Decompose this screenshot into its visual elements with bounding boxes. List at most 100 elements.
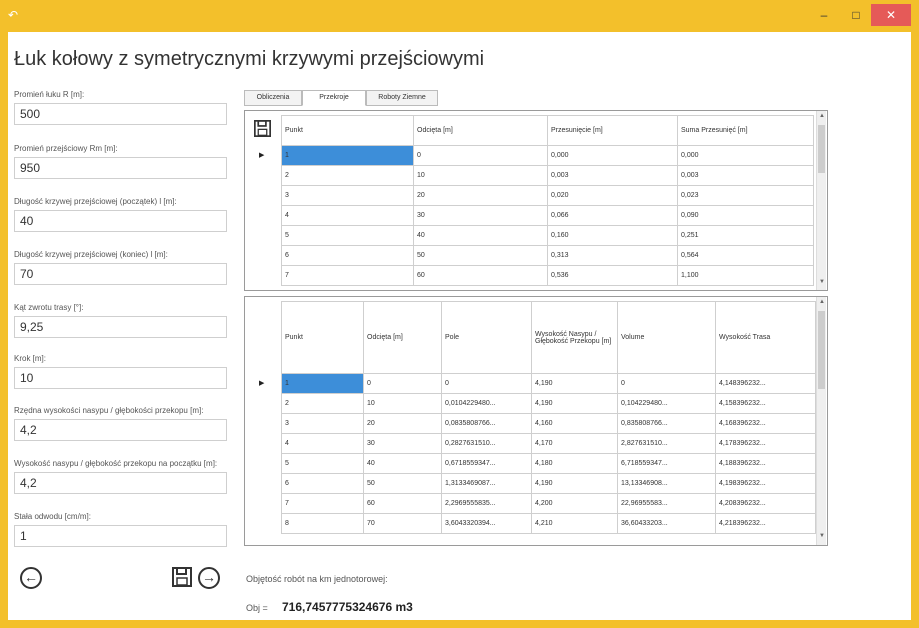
table-row[interactable]: 2 10 0,003 0,003 [281,165,814,186]
column-header[interactable]: Odcięta [m] [413,115,548,146]
table-cell[interactable]: 0,313 [547,245,678,266]
table-cell[interactable]: 0,023 [677,185,814,206]
table-cell[interactable]: 0,2827631510... [441,433,532,454]
column-header[interactable]: Wysokość Nasypu / Głębokość Przekopu [m] [531,301,618,374]
tab-calculations[interactable]: Obliczenia [244,90,302,106]
table-row[interactable]: 3 20 0,0835808766... 4,160 0,835808766..… [281,413,816,434]
table-cell[interactable]: 60 [413,265,548,286]
table-cell[interactable]: 40 [413,225,548,246]
table-cell[interactable]: 2,827631510... [617,433,716,454]
table-cell[interactable]: 7 [281,265,414,286]
table-cell[interactable]: 1 [281,145,414,166]
close-button[interactable]: ✕ [871,4,911,26]
table-cell[interactable]: 7 [281,493,364,514]
table-cell[interactable]: 4,148396232... [715,373,816,394]
table-row[interactable]: 5 40 0,6718559347... 4,180 6,718559347..… [281,453,816,474]
table-cell[interactable]: 5 [281,225,414,246]
maximize-button[interactable]: □ [845,6,867,24]
transition-length-start-input[interactable]: 40 [14,210,227,232]
embankment-start-input[interactable]: 4,2 [14,472,227,494]
table-cell[interactable]: 36,60433203... [617,513,716,534]
table-cell[interactable]: 4,208396232... [715,493,816,514]
table-cell[interactable]: 20 [413,185,548,206]
table-cell[interactable]: 8 [281,513,364,534]
table-cell[interactable]: 3 [281,413,364,434]
table-row[interactable]: 4 30 0,2827631510... 4,170 2,827631510..… [281,433,816,454]
embankment-height-input[interactable]: 4,2 [14,419,227,441]
vertical-scrollbar[interactable]: ▲ ▼ [816,111,826,290]
table-cell[interactable]: 0,160 [547,225,678,246]
table-cell[interactable]: 4,180 [531,453,618,474]
table-cell[interactable]: 0,066 [547,205,678,226]
table-cell[interactable]: 4 [281,433,364,454]
back-arrow-icon[interactable]: ↶ [8,8,18,22]
table-cell[interactable]: 2 [281,393,364,414]
table-cell[interactable]: 4,158396232... [715,393,816,414]
table-cell[interactable]: 1,100 [677,265,814,286]
table-cell[interactable]: 50 [413,245,548,266]
scrollbar-thumb[interactable] [818,311,825,389]
table-cell[interactable]: 4,168396232... [715,413,816,434]
scrollbar-thumb[interactable] [818,125,825,173]
table-cell[interactable]: 22,96955583... [617,493,716,514]
table-cell[interactable]: 2,2969555835... [441,493,532,514]
table-cell[interactable]: 1 [281,373,364,394]
table-cell[interactable]: 60 [363,493,442,514]
table-cell[interactable]: 30 [413,205,548,226]
table-row[interactable]: 6 50 1,3133469087... 4,190 13,13346908..… [281,473,816,494]
save-icon[interactable] [254,120,271,137]
table-cell[interactable]: 0,6718559347... [441,453,532,474]
table-cell[interactable]: 13,13346908... [617,473,716,494]
back-button[interactable]: ← [20,567,42,589]
table-cell[interactable]: 0,251 [677,225,814,246]
column-header[interactable]: Suma Przesunięć [m] [677,115,814,146]
tab-earthworks[interactable]: Roboty Ziemne [366,90,438,106]
table-cell[interactable]: 4,190 [531,393,618,414]
column-header[interactable]: Volume [617,301,716,374]
table-row[interactable]: 1 0 0,000 0,000 [281,145,814,166]
table-cell[interactable]: 4,160 [531,413,618,434]
table-cell[interactable]: 40 [363,453,442,474]
table-cell[interactable]: 0,564 [677,245,814,266]
next-button[interactable]: → [198,567,220,589]
table-cell[interactable]: 0 [617,373,716,394]
table-cell[interactable]: 0,0104229480... [441,393,532,414]
table-row[interactable]: 3 20 0,020 0,023 [281,185,814,206]
table-cell[interactable]: 6 [281,473,364,494]
table-cell[interactable]: 4,198396232... [715,473,816,494]
table-cell[interactable]: 0,000 [677,145,814,166]
table-cell[interactable]: 2 [281,165,414,186]
scroll-down-icon[interactable]: ▼ [817,279,827,285]
table-cell[interactable]: 3 [281,185,414,206]
table-cell[interactable]: 0 [363,373,442,394]
column-header[interactable]: Punkt [281,115,414,146]
table-cell[interactable]: 4,200 [531,493,618,514]
tab-cross-sections[interactable]: Przekroje [302,90,366,106]
table-cell[interactable]: 0 [441,373,532,394]
table-cell[interactable]: 50 [363,473,442,494]
table-cell[interactable]: 10 [413,165,548,186]
scroll-up-icon[interactable]: ▲ [817,299,827,305]
scroll-up-icon[interactable]: ▲ [817,113,827,119]
column-header[interactable]: Wysokość Trasa [715,301,816,374]
table-cell[interactable]: 4,178396232... [715,433,816,454]
transition-length-end-input[interactable]: 70 [14,263,227,285]
table-cell[interactable]: 30 [363,433,442,454]
table-cell[interactable]: 0,003 [677,165,814,186]
table-cell[interactable]: 4,188396232... [715,453,816,474]
table-cell[interactable]: 0,536 [547,265,678,286]
table-cell[interactable]: 3,6043320394... [441,513,532,534]
table-cell[interactable]: 70 [363,513,442,534]
table-cell[interactable]: 0,003 [547,165,678,186]
table-cell[interactable]: 10 [363,393,442,414]
table-row[interactable]: 1 0 0 4,190 0 4,148396232... [281,373,816,394]
transition-radius-input[interactable]: 950 [14,157,227,179]
table-row[interactable]: 5 40 0,160 0,251 [281,225,814,246]
table-cell[interactable]: 0,090 [677,205,814,226]
vertical-scrollbar[interactable]: ▲ ▼ [816,297,826,545]
table-cell[interactable]: 0,835808766... [617,413,716,434]
table-row[interactable]: 7 60 0,536 1,100 [281,265,814,286]
save-button[interactable] [172,567,192,587]
scroll-down-icon[interactable]: ▼ [817,533,827,539]
angle-input[interactable]: 9,25 [14,316,227,338]
